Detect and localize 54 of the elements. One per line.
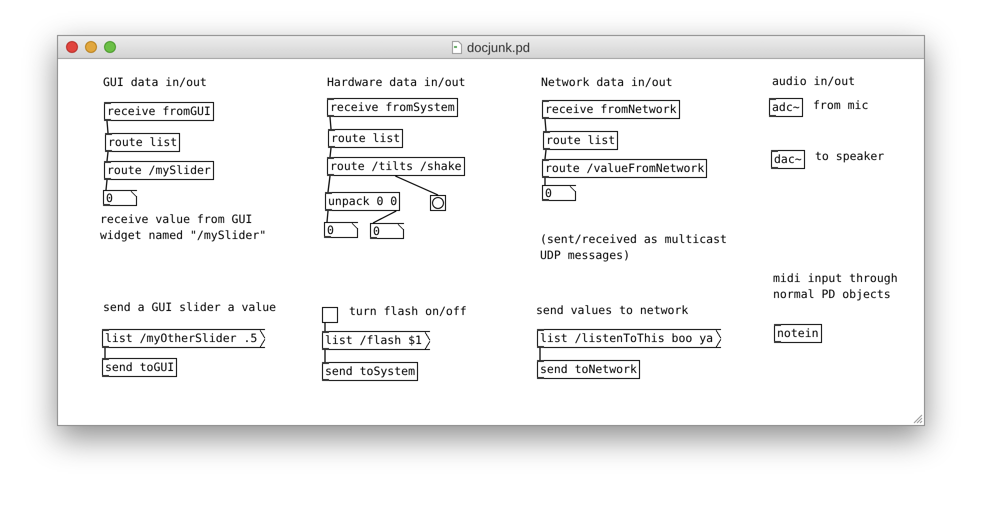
- minimize-button[interactable]: [85, 41, 97, 53]
- object-box[interactable]: unpack 0 0: [325, 192, 400, 211]
- patch-cord: [544, 150, 547, 160]
- close-button[interactable]: [66, 41, 78, 53]
- object-box[interactable]: route list: [543, 131, 618, 150]
- patch-cord: [106, 120, 109, 134]
- number-box[interactable]: 0: [370, 223, 404, 239]
- patch-cord: [544, 118, 547, 132]
- patch-cord: [329, 148, 332, 158]
- object-box[interactable]: route /tilts /shake: [327, 157, 465, 176]
- patch-cord: [105, 180, 108, 190]
- comment-text: Hardware data in/out: [327, 75, 466, 90]
- comment-text: (sent/received as multicast UDP messages): [540, 232, 727, 263]
- object-box[interactable]: receive fromSystem: [327, 98, 458, 117]
- patch-cord: [329, 116, 332, 130]
- patch-cord: [326, 210, 329, 222]
- number-box[interactable]: 0: [103, 190, 137, 206]
- comment-text: midi input through normal PD objects: [773, 271, 898, 302]
- patch-cord: [327, 176, 331, 192]
- object-box[interactable]: adc~: [769, 98, 803, 117]
- document-icon: [452, 40, 462, 54]
- comment-text: send a GUI slider a value: [103, 300, 276, 316]
- patch-cord: [106, 152, 109, 162]
- comment-text: from mic: [813, 98, 868, 114]
- patch-cord: [395, 175, 438, 196]
- message-box[interactable]: list /flash $1: [322, 331, 430, 350]
- object-box[interactable]: send toSystem: [322, 362, 418, 381]
- comment-text: send values to network: [536, 303, 688, 318]
- object-box[interactable]: dac~: [771, 150, 805, 169]
- comment-text: receive value from GUI widget named "/mySlider": [100, 212, 266, 243]
- number-box[interactable]: 0: [324, 222, 358, 238]
- object-box[interactable]: notein: [774, 324, 822, 343]
- object-box[interactable]: route /mySlider: [104, 161, 214, 180]
- comment-text: turn flash on/off: [349, 304, 467, 320]
- object-box[interactable]: receive fromGUI: [104, 102, 214, 121]
- patch-cord: [372, 210, 397, 224]
- object-box[interactable]: route /valueFromNetwork: [542, 159, 708, 178]
- number-box[interactable]: 0: [542, 185, 576, 201]
- object-box[interactable]: receive fromNetwork: [542, 100, 680, 119]
- message-box[interactable]: list /listenToThis boo ya: [537, 329, 722, 348]
- zoom-button[interactable]: [104, 41, 116, 53]
- message-box[interactable]: list /myOtherSlider .5: [102, 329, 266, 348]
- comment-text: GUI data in/out: [103, 75, 207, 90]
- object-box[interactable]: route list: [328, 129, 404, 148]
- comment-text: audio in/out: [772, 74, 856, 90]
- window-title: docjunk.pd: [467, 40, 530, 54]
- comment-text: to speaker: [815, 149, 884, 164]
- toggle-checkbox[interactable]: [322, 307, 338, 323]
- object-box[interactable]: send toNetwork: [537, 360, 640, 379]
- object-box[interactable]: send toGUI: [102, 358, 178, 377]
- object-box[interactable]: route list: [105, 133, 180, 152]
- bang-button[interactable]: [430, 195, 446, 211]
- comment-text: Network data in/out: [541, 75, 673, 90]
- resize-grip-icon[interactable]: [913, 414, 923, 424]
